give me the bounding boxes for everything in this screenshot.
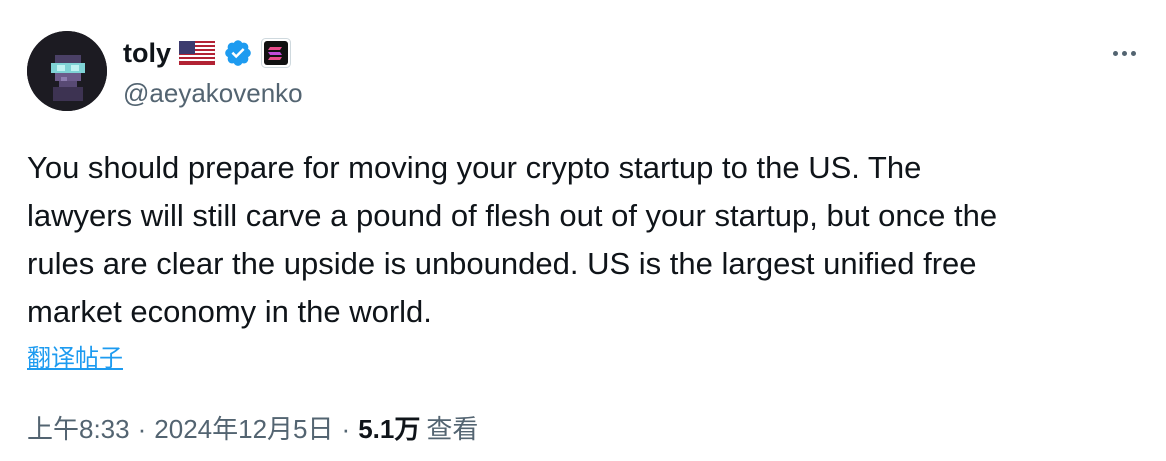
tweet-meta: 上午8:33 · 2024年12月5日 · 5.1万 查看: [27, 411, 478, 447]
meta-separator: ·: [341, 414, 351, 444]
more-horizontal-icon[interactable]: [1104, 36, 1144, 70]
us-flag-icon: [179, 41, 216, 65]
meta-separator: ·: [137, 414, 147, 444]
tweet-date[interactable]: 2024年12月5日: [154, 411, 333, 447]
views-label[interactable]: 查看: [426, 411, 478, 447]
tweet-text-line: rules are clear the upside is unbounded.…: [27, 246, 977, 281]
tweet-text-line: You should prepare for moving your crypt…: [27, 150, 922, 185]
avatar-image: [27, 31, 107, 111]
tweet-card: toly @aeyakovenko You should prepare for…: [0, 0, 1166, 461]
more-dot: [1121, 50, 1127, 56]
tweet-text-line: market economy in the world.: [27, 294, 432, 329]
more-dot: [1130, 50, 1136, 56]
more-dot: [1112, 50, 1118, 56]
verified-badge-icon[interactable]: [223, 38, 253, 68]
tweet-text-line: lawyers will still carve a pound of fles…: [27, 198, 998, 233]
tweet-time[interactable]: 上午8:33: [27, 411, 130, 447]
translate-post-link[interactable]: 翻译帖子: [27, 342, 123, 376]
author-name-row: toly: [123, 36, 292, 70]
author-handle[interactable]: @aeyakovenko: [123, 76, 303, 110]
display-name[interactable]: toly: [123, 36, 171, 70]
solana-affiliate-icon[interactable]: [261, 38, 292, 68]
tweet-text: You should prepare for moving your crypt…: [27, 144, 1147, 336]
avatar[interactable]: [27, 31, 107, 111]
views-count[interactable]: 5.1万: [358, 411, 420, 447]
